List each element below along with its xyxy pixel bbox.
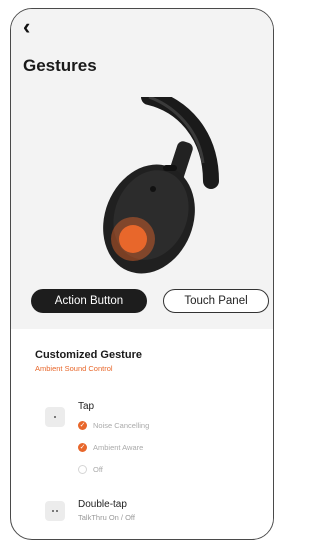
option-ambient-aware[interactable]: ✓ Ambient Aware [78, 441, 143, 453]
radio-checked-icon: ✓ [78, 420, 87, 430]
option-noise-cancelling[interactable]: ✓ Noise Cancelling [78, 419, 149, 431]
tap-label: Tap [78, 401, 95, 412]
card-title: Customized Gesture [35, 349, 142, 361]
headphone-image [103, 97, 219, 274]
option-off[interactable]: Off [78, 463, 103, 475]
tap-gesture-icon [45, 407, 65, 427]
back-chevron-icon[interactable]: ‹ [23, 16, 43, 38]
customized-gesture-card: Customized Gesture Ambient Sound Control… [21, 329, 273, 534]
radio-checked-icon: ✓ [78, 442, 87, 452]
phone-frame: ‹ Gestures Action Button Touch Panel Cus… [10, 8, 274, 540]
card-subtitle: Ambient Sound Control [35, 364, 113, 373]
double-tap-gesture-icon [45, 501, 65, 521]
page-title: Gestures [23, 56, 97, 75]
radio-unchecked-icon [78, 464, 87, 474]
double-tap-label: Double-tap [78, 499, 127, 510]
tab-action-button[interactable]: Action Button [31, 289, 147, 313]
double-tap-sub: TalkThru On / Off [78, 513, 135, 522]
tab-touch-panel[interactable]: Touch Panel [163, 289, 269, 313]
